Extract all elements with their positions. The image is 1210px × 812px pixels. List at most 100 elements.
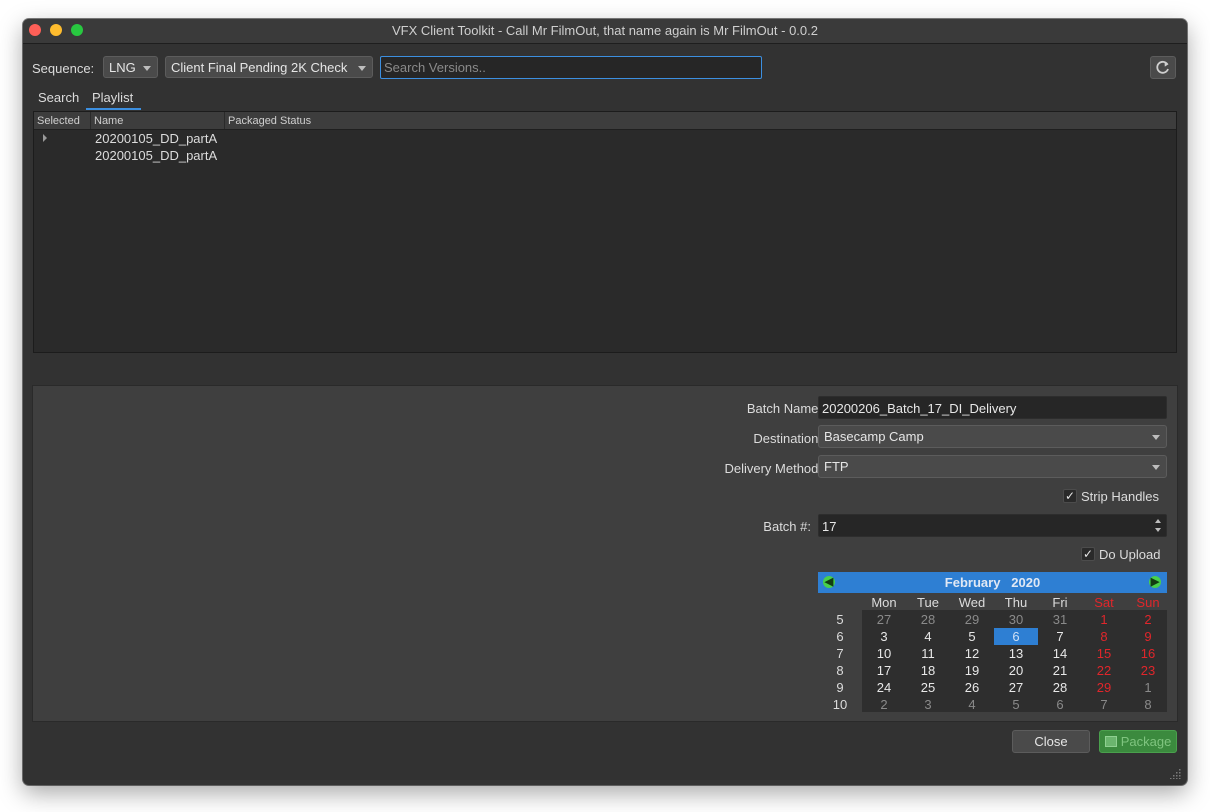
calendar-day[interactable]: 23 <box>1126 662 1170 679</box>
do-upload-checkbox[interactable]: ✓ <box>1081 547 1095 561</box>
calendar-day[interactable]: 29 <box>950 611 994 628</box>
table-row[interactable]: 20200105_DD_partA <box>34 147 1176 164</box>
calendar-day[interactable]: 7 <box>1082 696 1126 713</box>
calendar-day[interactable]: 2 <box>862 696 906 713</box>
calendar-day[interactable]: 1 <box>1126 679 1170 696</box>
checkmark-icon: ✓ <box>1064 489 1076 503</box>
chevron-down-icon <box>1152 435 1160 440</box>
calendar-day[interactable]: 31 <box>1038 611 1082 628</box>
calendar-header: ◀ February 2020 ▶ <box>818 572 1167 593</box>
close-button[interactable]: Close <box>1012 730 1090 753</box>
resize-grip-icon[interactable] <box>1169 767 1181 779</box>
delivery-method-dropdown[interactable]: FTP <box>818 455 1167 478</box>
stepper-up-icon[interactable] <box>1155 519 1161 523</box>
calendar-day[interactable]: 28 <box>906 611 950 628</box>
strip-handles-checkbox[interactable]: ✓ <box>1063 489 1077 503</box>
calendar-weekday-header: Sun <box>1136 595 1160 610</box>
calendar-day[interactable]: 4 <box>906 628 950 645</box>
playlist-table[interactable]: Selected Name Packaged Status 20200105_D… <box>33 111 1177 353</box>
calendar-day[interactable]: 21 <box>1038 662 1082 679</box>
column-divider <box>224 112 225 129</box>
batch-number-stepper[interactable]: 17 <box>818 514 1167 537</box>
batch-name-label: Batch Name: <box>746 401 822 416</box>
delivery-method-dropdown-value: FTP <box>824 459 849 474</box>
calendar-weekday-header: Thu <box>1004 595 1028 610</box>
calendar-week-number: 5 <box>836 612 844 627</box>
calendar-day[interactable]: 10 <box>862 645 906 662</box>
next-month-icon[interactable]: ▶ <box>1149 576 1161 588</box>
calendar-day[interactable]: 8 <box>1082 628 1126 645</box>
calendar-day[interactable]: 9 <box>1126 628 1170 645</box>
table-row[interactable]: 20200105_DD_partA <box>34 130 1176 147</box>
refresh-icon <box>1156 60 1169 74</box>
batch-number-value: 17 <box>822 519 837 534</box>
expand-arrow-icon[interactable] <box>43 134 47 142</box>
calendar-day[interactable]: 12 <box>950 645 994 662</box>
column-header-selected[interactable]: Selected <box>37 115 80 127</box>
calendar-month-year[interactable]: February 2020 <box>818 575 1167 590</box>
calendar-day[interactable]: 18 <box>906 662 950 679</box>
sequence-dropdown-value: LNG <box>109 60 136 75</box>
column-header-name[interactable]: Name <box>94 115 123 127</box>
calendar-day[interactable]: 3 <box>906 696 950 713</box>
calendar-day[interactable]: 27 <box>994 679 1038 696</box>
calendar-day[interactable]: 24 <box>862 679 906 696</box>
calendar-day-selected[interactable]: 6 <box>994 628 1038 645</box>
search-versions-input[interactable] <box>380 56 762 79</box>
calendar-day[interactable]: 3 <box>862 628 906 645</box>
do-upload-label: Do Upload <box>1099 547 1161 562</box>
package-button[interactable]: Package <box>1099 730 1177 753</box>
column-divider <box>90 112 91 129</box>
calendar-day[interactable]: 19 <box>950 662 994 679</box>
calendar-day[interactable]: 2 <box>1126 611 1170 628</box>
calendar-day[interactable]: 5 <box>994 696 1038 713</box>
destination-label: Destination: <box>753 431 822 446</box>
calendar-day[interactable]: 29 <box>1082 679 1126 696</box>
calendar-day[interactable]: 1 <box>1082 611 1126 628</box>
package-icon <box>1104 736 1117 747</box>
column-header-packaged-status[interactable]: Packaged Status <box>228 115 311 127</box>
calendar-day[interactable]: 14 <box>1038 645 1082 662</box>
calendar-day[interactable]: 25 <box>906 679 950 696</box>
calendar-day[interactable]: 30 <box>994 611 1038 628</box>
chevron-down-icon <box>143 66 151 71</box>
calendar-week-number: 7 <box>836 646 844 661</box>
package-settings-panel: Batch Name: 20200206_Batch_17_DI_Deliver… <box>32 385 1178 722</box>
calendar-week-number: 10 <box>832 697 848 712</box>
tab-search[interactable]: Search <box>38 90 79 105</box>
calendar-weekday-header: Tue <box>917 595 939 610</box>
calendar-day[interactable]: 4 <box>950 696 994 713</box>
batch-number-label: Batch #: <box>763 519 811 534</box>
title-bar: VFX Client Toolkit - Call Mr FilmOut, th… <box>23 19 1187 44</box>
calendar-day[interactable]: 20 <box>994 662 1038 679</box>
calendar-day[interactable]: 6 <box>1038 696 1082 713</box>
calendar-day[interactable]: 8 <box>1126 696 1170 713</box>
chevron-down-icon <box>1152 465 1160 470</box>
calendar-day[interactable]: 15 <box>1082 645 1126 662</box>
calendar-day[interactable]: 27 <box>862 611 906 628</box>
sequence-dropdown[interactable]: LNG <box>103 56 158 78</box>
calendar-year[interactable]: 2020 <box>1011 575 1040 590</box>
calendar-day[interactable]: 28 <box>1038 679 1082 696</box>
calendar-day[interactable]: 17 <box>862 662 906 679</box>
calendar-day[interactable]: 16 <box>1126 645 1170 662</box>
calendar-day[interactable]: 26 <box>950 679 994 696</box>
destination-dropdown[interactable]: Basecamp Camp <box>818 425 1167 448</box>
filter-dropdown[interactable]: Client Final Pending 2K Check <box>165 56 373 78</box>
row-name: 20200105_DD_partA <box>95 148 218 163</box>
destination-dropdown-value: Basecamp Camp <box>824 429 924 444</box>
calendar-week-number: 9 <box>836 680 844 695</box>
calendar-day[interactable]: 5 <box>950 628 994 645</box>
calendar-day[interactable]: 13 <box>994 645 1038 662</box>
calendar-week-number: 8 <box>836 663 844 678</box>
refresh-button[interactable] <box>1150 56 1176 79</box>
calendar-month[interactable]: February <box>945 575 1001 590</box>
batch-name-field[interactable]: 20200206_Batch_17_DI_Delivery <box>818 396 1167 419</box>
stepper-down-icon[interactable] <box>1155 528 1161 532</box>
tab-playlist[interactable]: Playlist <box>92 90 133 105</box>
app-window: VFX Client Toolkit - Call Mr FilmOut, th… <box>23 19 1187 785</box>
calendar-day[interactable]: 7 <box>1038 628 1082 645</box>
calendar-weekday-header: Sat <box>1094 595 1114 610</box>
calendar-day[interactable]: 11 <box>906 645 950 662</box>
calendar-day[interactable]: 22 <box>1082 662 1126 679</box>
